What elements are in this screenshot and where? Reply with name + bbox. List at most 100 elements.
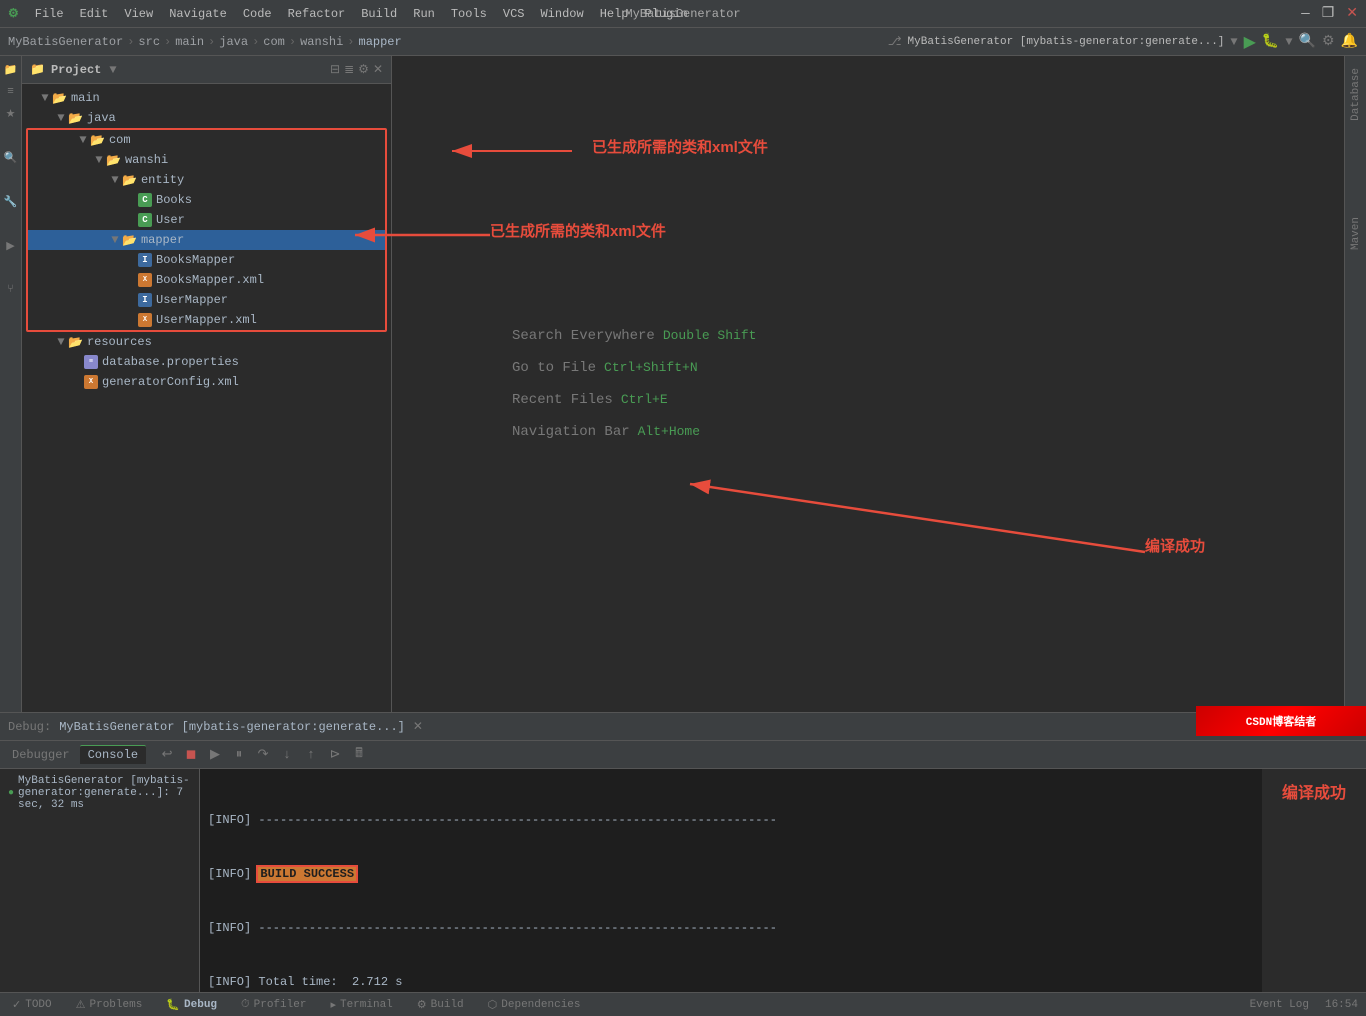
status-build[interactable]: ⚙ Build — [413, 998, 468, 1012]
tree-item-dbprops[interactable]: ≡ database.properties — [22, 352, 391, 372]
menu-refactor[interactable]: Refactor — [288, 7, 346, 21]
status-profiler[interactable]: ⏱ Profiler — [237, 999, 310, 1011]
goto-label: Go to File — [512, 360, 596, 376]
tree-item-com[interactable]: ▼ 📂 com — [28, 130, 385, 150]
restart-btn[interactable]: ↩ — [156, 744, 178, 766]
gear-project-icon[interactable]: ⚙ — [358, 62, 369, 77]
tree-label-main: main — [71, 91, 100, 105]
menu-build[interactable]: Build — [361, 7, 397, 21]
pause-btn[interactable]: ⏸ — [228, 744, 250, 766]
bc-java[interactable]: java — [219, 35, 248, 49]
expand-all-icon[interactable]: ≣ — [344, 62, 354, 77]
tree-item-main[interactable]: ▼ 📂 main — [22, 88, 391, 108]
project-fold-icon[interactable]: 📁 — [30, 62, 45, 77]
menu-tools[interactable]: Tools — [451, 7, 487, 21]
debug-run-item[interactable]: ● MyBatisGenerator [mybatis-generator:ge… — [8, 773, 191, 813]
tree-item-java[interactable]: ▼ 📂 java — [22, 108, 391, 128]
folder-wanshi-icon: 📂 — [106, 153, 121, 168]
menu-vcs[interactable]: VCS — [503, 7, 525, 21]
right-tab-maven[interactable]: Maven — [1346, 209, 1366, 258]
project-icon[interactable]: 📁 — [1, 60, 21, 80]
tree-label-booksmapper: BooksMapper — [156, 253, 235, 267]
terminal-icon: ▸ — [330, 998, 336, 1012]
step-into-btn[interactable]: ↓ — [276, 744, 298, 766]
tree-item-usermapperxml[interactable]: X UserMapper.xml — [28, 310, 385, 330]
tab-console[interactable]: Console — [80, 745, 146, 764]
debug-close-tab[interactable]: ✕ — [413, 719, 423, 734]
bc-com[interactable]: com — [263, 35, 285, 49]
bc-project[interactable]: MyBatisGenerator — [8, 35, 123, 49]
menu-run[interactable]: Run — [413, 7, 435, 21]
todo-label: TODO — [25, 999, 51, 1011]
structure-panel-icon[interactable] — [1, 364, 21, 384]
tree-label-usermapper: UserMapper — [156, 293, 228, 307]
tree-item-booksmapper[interactable]: I BooksMapper — [28, 250, 385, 270]
more-run-btn[interactable]: ▼ — [1285, 35, 1292, 49]
status-debug[interactable]: 🐛 Debug — [162, 998, 221, 1012]
status-problems[interactable]: ⚠ Problems — [72, 998, 147, 1012]
project-dropdown[interactable]: ▼ — [109, 63, 116, 77]
resume-btn[interactable]: ▶ — [204, 744, 226, 766]
collapse-all-icon[interactable]: ⊟ — [330, 62, 340, 77]
tree-item-generatorconfig[interactable]: X generatorConfig.xml — [22, 372, 391, 392]
console-line-0: [INFO] ---------------------------------… — [208, 811, 1254, 829]
tree-item-user[interactable]: C User — [28, 210, 385, 230]
menu-window[interactable]: Window — [540, 7, 583, 21]
status-right: Event Log 16:54 — [1250, 999, 1358, 1011]
structure-icon-left[interactable]: ≡ — [1, 82, 21, 102]
bc-mapper[interactable]: mapper — [359, 35, 402, 49]
bc-main[interactable]: main — [175, 35, 204, 49]
event-log-label[interactable]: Event Log — [1250, 999, 1309, 1011]
menu-file[interactable]: File — [35, 7, 64, 21]
menu-code[interactable]: Code — [243, 7, 272, 21]
problems-label: Problems — [90, 999, 143, 1011]
run-to-cursor-btn[interactable]: ⊳ — [324, 744, 346, 766]
tree-item-mapper[interactable]: ▼ 📂 mapper — [28, 230, 385, 250]
run-green-btn[interactable]: ▶ — [1244, 32, 1256, 52]
welcome-goto: Go to File Ctrl+Shift+N — [512, 360, 698, 376]
tool-icon[interactable]: 🔧 — [1, 192, 21, 212]
tree-item-booksmapperxml[interactable]: X BooksMapper.xml — [28, 270, 385, 290]
settings-icon[interactable]: ⚙ — [1322, 33, 1335, 50]
evaluate-btn[interactable]: 🖩 — [348, 744, 370, 766]
step-over-btn[interactable]: ↷ — [252, 744, 274, 766]
debug-console[interactable]: [INFO] ---------------------------------… — [200, 769, 1262, 992]
app-title: MyBatisGenerator — [625, 7, 740, 21]
run-config-dropdown[interactable]: ▼ — [1230, 35, 1237, 49]
terminal-label: Terminal — [340, 999, 393, 1011]
stop-btn[interactable]: ◼ — [180, 744, 202, 766]
menu-navigate[interactable]: Navigate — [169, 7, 227, 21]
find-icon[interactable]: 🔍 — [1, 148, 21, 168]
run-icon-left[interactable]: ▶ — [1, 236, 21, 256]
tree-label-wanshi: wanshi — [125, 153, 168, 167]
menu-edit[interactable]: Edit — [80, 7, 109, 21]
right-tab-database[interactable]: Database — [1346, 60, 1366, 129]
minimize-button[interactable]: — — [1301, 6, 1309, 22]
bookmarks-icon[interactable]: ★ — [1, 104, 21, 124]
step-out-btn[interactable]: ↑ — [300, 744, 322, 766]
git-icon[interactable]: ⑂ — [1, 280, 21, 300]
tree-item-books[interactable]: C Books — [28, 190, 385, 210]
debug-btn[interactable]: 🐛 — [1262, 33, 1279, 50]
tree-item-usermapper[interactable]: I UserMapper — [28, 290, 385, 310]
navbar-label: Navigation Bar — [512, 424, 630, 440]
close-button[interactable]: ✕ — [1346, 5, 1358, 22]
tree-item-wanshi[interactable]: ▼ 📂 wanshi — [28, 150, 385, 170]
maximize-button[interactable]: ❐ — [1322, 5, 1335, 22]
close-project-icon[interactable]: ✕ — [373, 62, 383, 77]
search-everywhere-icon[interactable]: 🔍 — [1299, 33, 1316, 50]
vcs-icon[interactable]: ⎇ — [888, 34, 902, 49]
welcome-search: Search Everywhere Double Shift — [512, 328, 756, 344]
arrow-resources: ▼ — [54, 335, 68, 349]
menu-view[interactable]: View — [124, 7, 153, 21]
menu-help[interactable]: Help — [600, 7, 629, 21]
status-todo[interactable]: ✓ TODO — [8, 998, 56, 1012]
tree-item-entity[interactable]: ▼ 📂 entity — [28, 170, 385, 190]
tab-debugger[interactable]: Debugger — [4, 746, 78, 764]
notifications-icon[interactable]: 🔔 — [1341, 33, 1358, 50]
status-terminal[interactable]: ▸ Terminal — [326, 998, 396, 1012]
status-dependencies[interactable]: ⬡ Dependencies — [484, 998, 585, 1012]
bc-src[interactable]: src — [138, 35, 160, 49]
tree-item-resources[interactable]: ▼ 📂 resources — [22, 332, 391, 352]
bc-wanshi[interactable]: wanshi — [300, 35, 343, 49]
